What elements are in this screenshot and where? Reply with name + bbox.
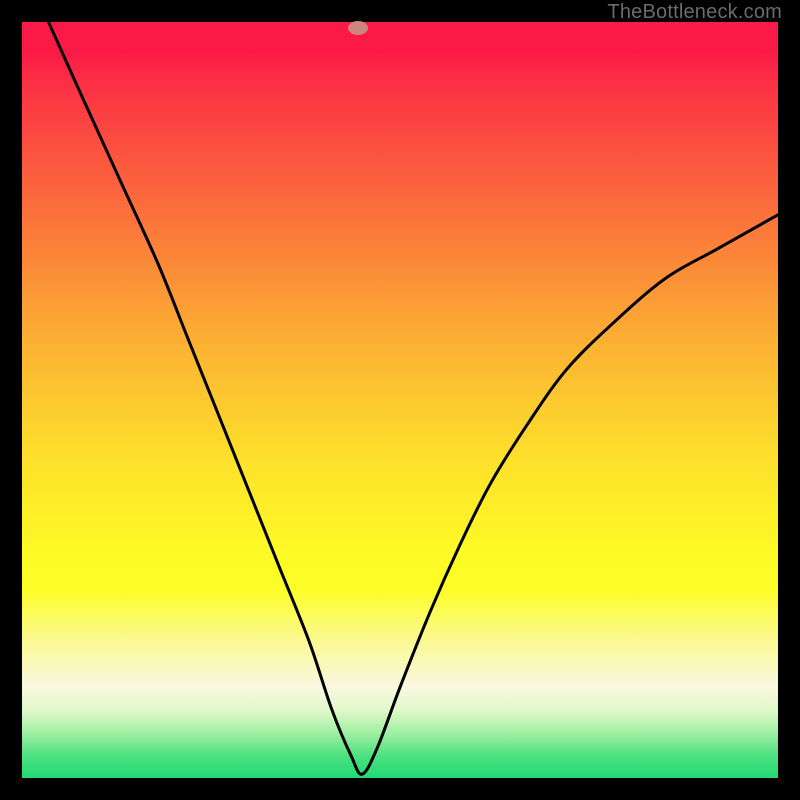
- chart-curve: [22, 22, 778, 778]
- watermark-text: TheBottleneck.com: [607, 1, 782, 24]
- chart-marker-dot: [348, 21, 368, 35]
- chart-frame: [22, 22, 778, 778]
